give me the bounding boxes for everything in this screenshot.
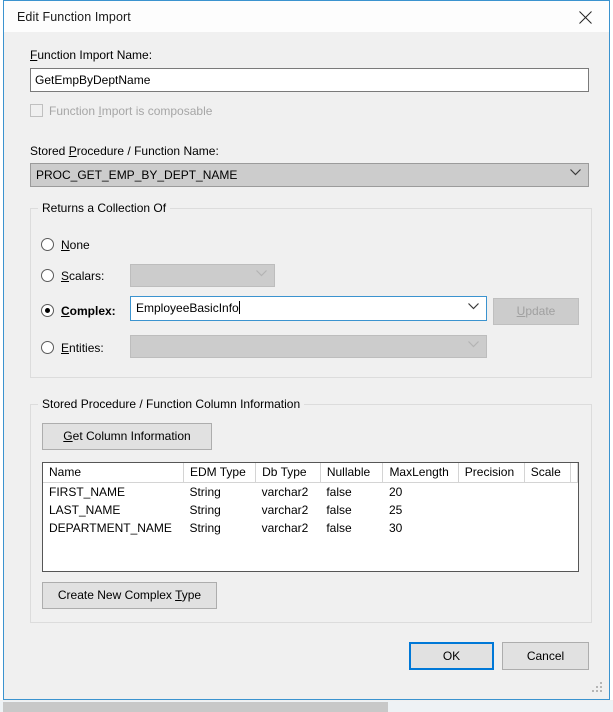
radio-none-label-post: one [69, 238, 90, 252]
radio-entities-label[interactable]: Entities: [61, 341, 104, 355]
stored-procedure-combobox[interactable]: PROC_GET_EMP_BY_DEPT_NAME [30, 163, 589, 187]
radio-scalars-label-post: calars: [69, 269, 105, 283]
scrollbar-thumb[interactable] [3, 702, 388, 712]
cell-maxlength: 20 [382, 482, 459, 501]
cell-nullable: false [320, 519, 383, 537]
table-header-row: Name EDM Type Db Type Nullable MaxLength… [43, 463, 578, 483]
update-button-label-post: pdate [525, 304, 556, 318]
stored-procedure-label-pre: Stored [30, 144, 69, 158]
radio-scalars[interactable] [41, 269, 54, 282]
cell-name: LAST_NAME [43, 501, 184, 519]
cell-precision [458, 501, 525, 519]
column-header-name[interactable]: Name [43, 463, 184, 483]
returns-collection-title: Returns a Collection Of [38, 201, 171, 215]
create-new-complex-type-button[interactable]: Create New Complex Type [42, 582, 217, 609]
composable-label-pre: Function [49, 104, 99, 118]
table-row[interactable]: FIRST_NAME String varchar2 false 20 [43, 482, 578, 501]
composable-checkbox-label: Function Import is composable [49, 104, 212, 118]
ok-button[interactable]: OK [409, 642, 494, 670]
stored-procedure-label-mnemonic: P [68, 144, 77, 158]
column-information-grid[interactable]: Name EDM Type Db Type Nullable MaxLength… [42, 462, 579, 572]
composable-label-post: mport is composable [101, 104, 213, 118]
cell-scale [524, 501, 571, 519]
cell-name: DEPARTMENT_NAME [43, 519, 184, 537]
column-header-db-type[interactable]: Db Type [255, 463, 321, 483]
column-information-table: Name EDM Type Db Type Nullable MaxLength… [43, 463, 578, 537]
stored-procedure-value: PROC_GET_EMP_BY_DEPT_NAME [36, 168, 238, 182]
cell-edm-type: String [183, 519, 256, 537]
cancel-button[interactable]: Cancel [502, 642, 589, 670]
get-column-button-label-post: et Column Information [72, 429, 191, 443]
entities-combobox [130, 335, 487, 358]
update-button: Update [493, 298, 579, 325]
cell-precision [458, 482, 525, 501]
get-column-information-button[interactable]: Get Column Information [42, 423, 212, 450]
create-complex-button-label-post: ype [181, 588, 202, 602]
cell-db-type: varchar2 [255, 519, 321, 537]
cell-scale [524, 519, 571, 537]
cell-filler [570, 501, 578, 519]
complex-type-value: EmployeeBasicInfo [136, 301, 239, 315]
cell-precision [458, 519, 525, 537]
complex-type-combobox[interactable]: EmployeeBasicInfo [130, 296, 487, 321]
radio-entities-label-post: ntities: [69, 341, 104, 355]
radio-none-mnemonic: N [61, 238, 70, 252]
stored-procedure-label-post: rocedure / Function Name: [76, 144, 219, 158]
radio-none-label[interactable]: None [61, 238, 90, 252]
radio-complex[interactable] [41, 304, 54, 317]
cell-name: FIRST_NAME [43, 482, 184, 501]
resize-grip[interactable] [592, 682, 604, 694]
cell-nullable: false [320, 482, 383, 501]
column-header-scale[interactable]: Scale [524, 463, 572, 483]
cell-maxlength: 30 [382, 519, 459, 537]
cell-maxlength: 25 [382, 501, 459, 519]
cell-edm-type: String [183, 501, 256, 519]
function-import-name-value: GetEmpByDeptName [35, 73, 151, 87]
radio-entities[interactable] [41, 341, 54, 354]
window-title: Edit Function Import [17, 10, 131, 24]
cell-filler [570, 482, 578, 501]
text-caret [238, 301, 240, 314]
radio-complex-mnemonic: C [61, 304, 70, 318]
create-complex-button-mnemonic: T [175, 588, 182, 602]
column-header-maxlength[interactable]: MaxLength [382, 463, 459, 483]
table-row[interactable]: LAST_NAME String varchar2 false 25 [43, 501, 578, 519]
cell-scale [524, 482, 571, 501]
radio-scalars-label[interactable]: Scalars: [61, 269, 104, 283]
stored-procedure-label: Stored Procedure / Function Name: [30, 144, 219, 158]
radio-scalars-mnemonic: S [61, 269, 70, 283]
column-header-nullable[interactable]: Nullable [320, 463, 384, 483]
cell-nullable: false [320, 501, 383, 519]
get-column-button-mnemonic: G [63, 429, 73, 443]
radio-entities-mnemonic: E [61, 341, 70, 355]
create-complex-button-label-pre: Create New Complex [57, 588, 176, 602]
cell-filler [570, 519, 578, 537]
column-header-edm-type[interactable]: EDM Type [183, 463, 257, 483]
function-import-name-label-rest: unction Import Name: [37, 48, 153, 62]
cell-db-type: varchar2 [255, 501, 321, 519]
close-glyph [579, 11, 592, 24]
column-header-precision[interactable]: Precision [458, 463, 525, 483]
column-information-title: Stored Procedure / Function Column Infor… [38, 397, 305, 411]
edit-function-import-dialog: Edit Function Import Function Import Nam… [3, 0, 610, 700]
title-bar: Edit Function Import [4, 0, 609, 32]
scrollbar-track[interactable] [0, 701, 613, 712]
function-import-name-input[interactable]: GetEmpByDeptName [30, 68, 589, 92]
update-button-mnemonic: U [516, 304, 526, 318]
cell-db-type: varchar2 [255, 482, 321, 501]
radio-complex-label[interactable]: Complex: [61, 304, 116, 318]
radio-none[interactable] [41, 238, 54, 251]
composable-checkbox [30, 104, 43, 117]
cell-edm-type: String [183, 482, 256, 501]
horizontal-scrollbar[interactable] [0, 700, 613, 712]
radio-complex-dot [45, 308, 50, 313]
radio-complex-label-post: omplex: [69, 304, 116, 318]
column-header-filler [570, 463, 578, 483]
scalars-combobox [130, 264, 275, 287]
table-row[interactable]: DEPARTMENT_NAME String varchar2 false 30 [43, 519, 578, 537]
close-icon[interactable] [564, 1, 609, 32]
function-import-name-label: Function Import Name: [30, 48, 152, 62]
